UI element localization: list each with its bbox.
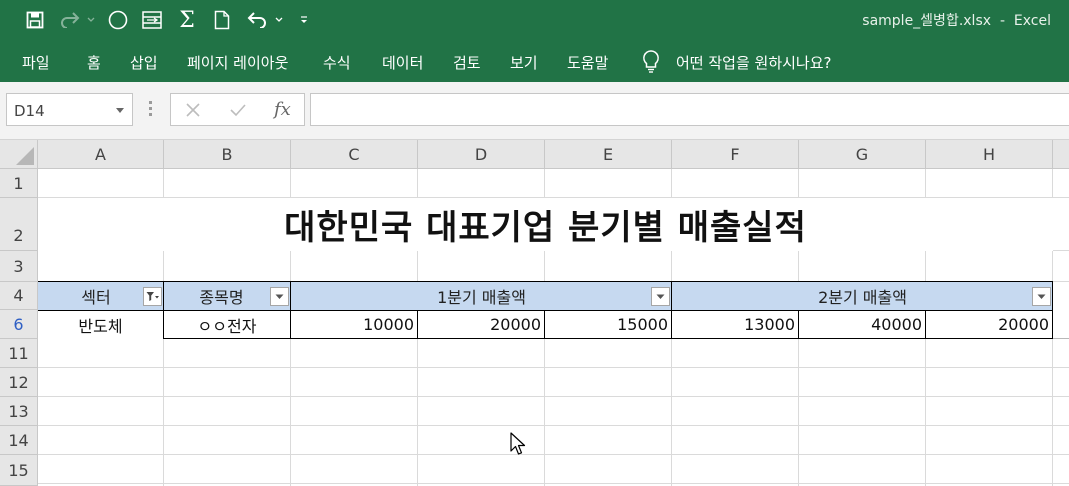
gridline — [38, 454, 1069, 455]
tab-help[interactable]: 도움말 — [567, 52, 608, 73]
formula-buttons: fx — [170, 93, 305, 126]
header-label-q2-sales: 2분기 매출액 — [818, 288, 907, 307]
formula-input[interactable] — [310, 93, 1069, 126]
column-header-d[interactable]: D — [418, 140, 545, 169]
table-border — [163, 281, 164, 339]
filter-dropdown-icon[interactable] — [270, 287, 289, 306]
table-border — [417, 310, 418, 339]
column-header-a[interactable]: A — [38, 140, 164, 169]
select-all-button[interactable] — [0, 140, 38, 169]
mouse-cursor-icon — [510, 432, 526, 460]
row-header-12[interactable]: 12 — [0, 368, 38, 397]
name-box[interactable]: D14 — [6, 93, 133, 126]
insert-function-button[interactable]: fx — [274, 99, 291, 120]
gridline — [38, 367, 1069, 368]
table-border — [38, 310, 1053, 311]
row-header-15[interactable]: 15 — [0, 455, 38, 486]
redo-dropdown-icon[interactable] — [86, 8, 96, 32]
column-header-h[interactable]: H — [926, 140, 1053, 169]
undo-icon[interactable] — [245, 8, 269, 32]
row-header-13[interactable]: 13 — [0, 397, 38, 426]
table-border — [671, 281, 672, 339]
row-header-6[interactable]: 6 — [0, 310, 38, 339]
column-header-e[interactable]: E — [545, 140, 672, 169]
tab-view[interactable]: 보기 — [510, 52, 538, 73]
customize-qat-icon[interactable] — [298, 8, 310, 32]
table-border — [1052, 281, 1053, 339]
table-border — [798, 310, 799, 339]
enter-icon[interactable] — [229, 102, 247, 118]
worksheet-grid: A B C D E F G H 1 2 3 4 6 11 12 13 14 15… — [0, 140, 1069, 486]
cancel-icon[interactable] — [185, 102, 201, 118]
table-border — [163, 338, 1053, 339]
cell-f6-value[interactable]: 13000 — [672, 310, 798, 339]
row-header-1[interactable]: 1 — [0, 169, 38, 198]
row-header-4[interactable]: 4 — [0, 282, 38, 310]
header-cell-sector[interactable]: 섹터 — [38, 282, 164, 310]
column-header-c[interactable]: C — [291, 140, 418, 169]
cell-c6-value[interactable]: 10000 — [291, 310, 417, 339]
tab-insert[interactable]: 삽입 — [130, 52, 158, 73]
table-border — [38, 281, 1053, 282]
autosum-icon[interactable]: Σ — [176, 8, 198, 33]
new-file-icon[interactable] — [211, 8, 233, 32]
gridline — [38, 483, 1069, 484]
cell-a6-sector[interactable]: 반도체 — [38, 310, 163, 339]
table-border — [544, 310, 545, 339]
cell-h6-value[interactable]: 20000 — [926, 310, 1052, 339]
tab-page-layout[interactable]: 페이지 레이아웃 — [187, 52, 288, 73]
cell-d6-value[interactable]: 20000 — [418, 310, 544, 339]
column-header-overflow — [1053, 140, 1069, 169]
header-cell-company[interactable]: 종목명 — [164, 282, 291, 310]
name-box-value: D14 — [14, 102, 45, 120]
tab-formulas[interactable]: 수식 — [323, 52, 351, 73]
formula-bar-grip-icon[interactable] — [149, 101, 152, 119]
cell-b6-company[interactable]: ㅇㅇ전자 — [164, 310, 290, 339]
filter-active-icon[interactable] — [143, 287, 162, 306]
row-header-14[interactable]: 14 — [0, 426, 38, 455]
row-header-3[interactable]: 3 — [0, 251, 38, 282]
cell-g6-value[interactable]: 40000 — [799, 310, 925, 339]
sheet-title[interactable]: 대한민국 대표기업 분기별 매출실적 — [38, 198, 1053, 251]
row-header-11[interactable]: 11 — [0, 339, 38, 368]
name-box-dropdown-icon[interactable] — [116, 108, 124, 113]
header-cell-q1-sales[interactable]: 1분기 매출액 — [291, 282, 672, 310]
header-label-q1-sales: 1분기 매출액 — [437, 288, 526, 307]
tell-me-search[interactable]: 어떤 작업을 원하시나요? — [676, 52, 832, 73]
tab-data[interactable]: 데이터 — [382, 52, 423, 73]
gridline — [38, 396, 1069, 397]
column-header-b[interactable]: B — [164, 140, 291, 169]
tab-review[interactable]: 검토 — [453, 52, 481, 73]
filter-dropdown-icon[interactable] — [651, 287, 670, 306]
tab-home[interactable]: 홈 — [87, 52, 101, 73]
tab-file[interactable]: 파일 — [22, 52, 50, 73]
undo-dropdown-icon[interactable] — [274, 8, 284, 32]
header-label-company: 종목명 — [199, 288, 244, 307]
column-header-f[interactable]: F — [672, 140, 799, 169]
table-border — [925, 310, 926, 339]
save-icon[interactable] — [24, 8, 46, 32]
ribbon-tabs: 파일 홈 삽입 페이지 레이아웃 수식 데이터 검토 보기 도움말 어떤 작업을… — [0, 40, 1069, 82]
cell-e6-value[interactable]: 15000 — [545, 310, 671, 339]
lightbulb-icon[interactable] — [641, 49, 661, 77]
formula-bar-area: D14 fx — [0, 82, 1069, 140]
title-bar: Σ sample_셀병합.xlsx - Excel — [0, 0, 1069, 40]
filter-dropdown-icon[interactable] — [1032, 287, 1051, 306]
window-title: sample_셀병합.xlsx - Excel — [862, 13, 1051, 29]
redo-icon[interactable] — [58, 8, 82, 32]
circle-icon[interactable] — [107, 8, 129, 32]
row-header-2[interactable]: 2 — [0, 198, 38, 251]
text-column-icon[interactable] — [141, 8, 163, 32]
header-label-sector: 섹터 — [81, 288, 111, 307]
column-header-g[interactable]: G — [799, 140, 926, 169]
gridline — [38, 425, 1069, 426]
table-border — [290, 281, 291, 339]
header-cell-q2-sales[interactable]: 2분기 매출액 — [672, 282, 1053, 310]
